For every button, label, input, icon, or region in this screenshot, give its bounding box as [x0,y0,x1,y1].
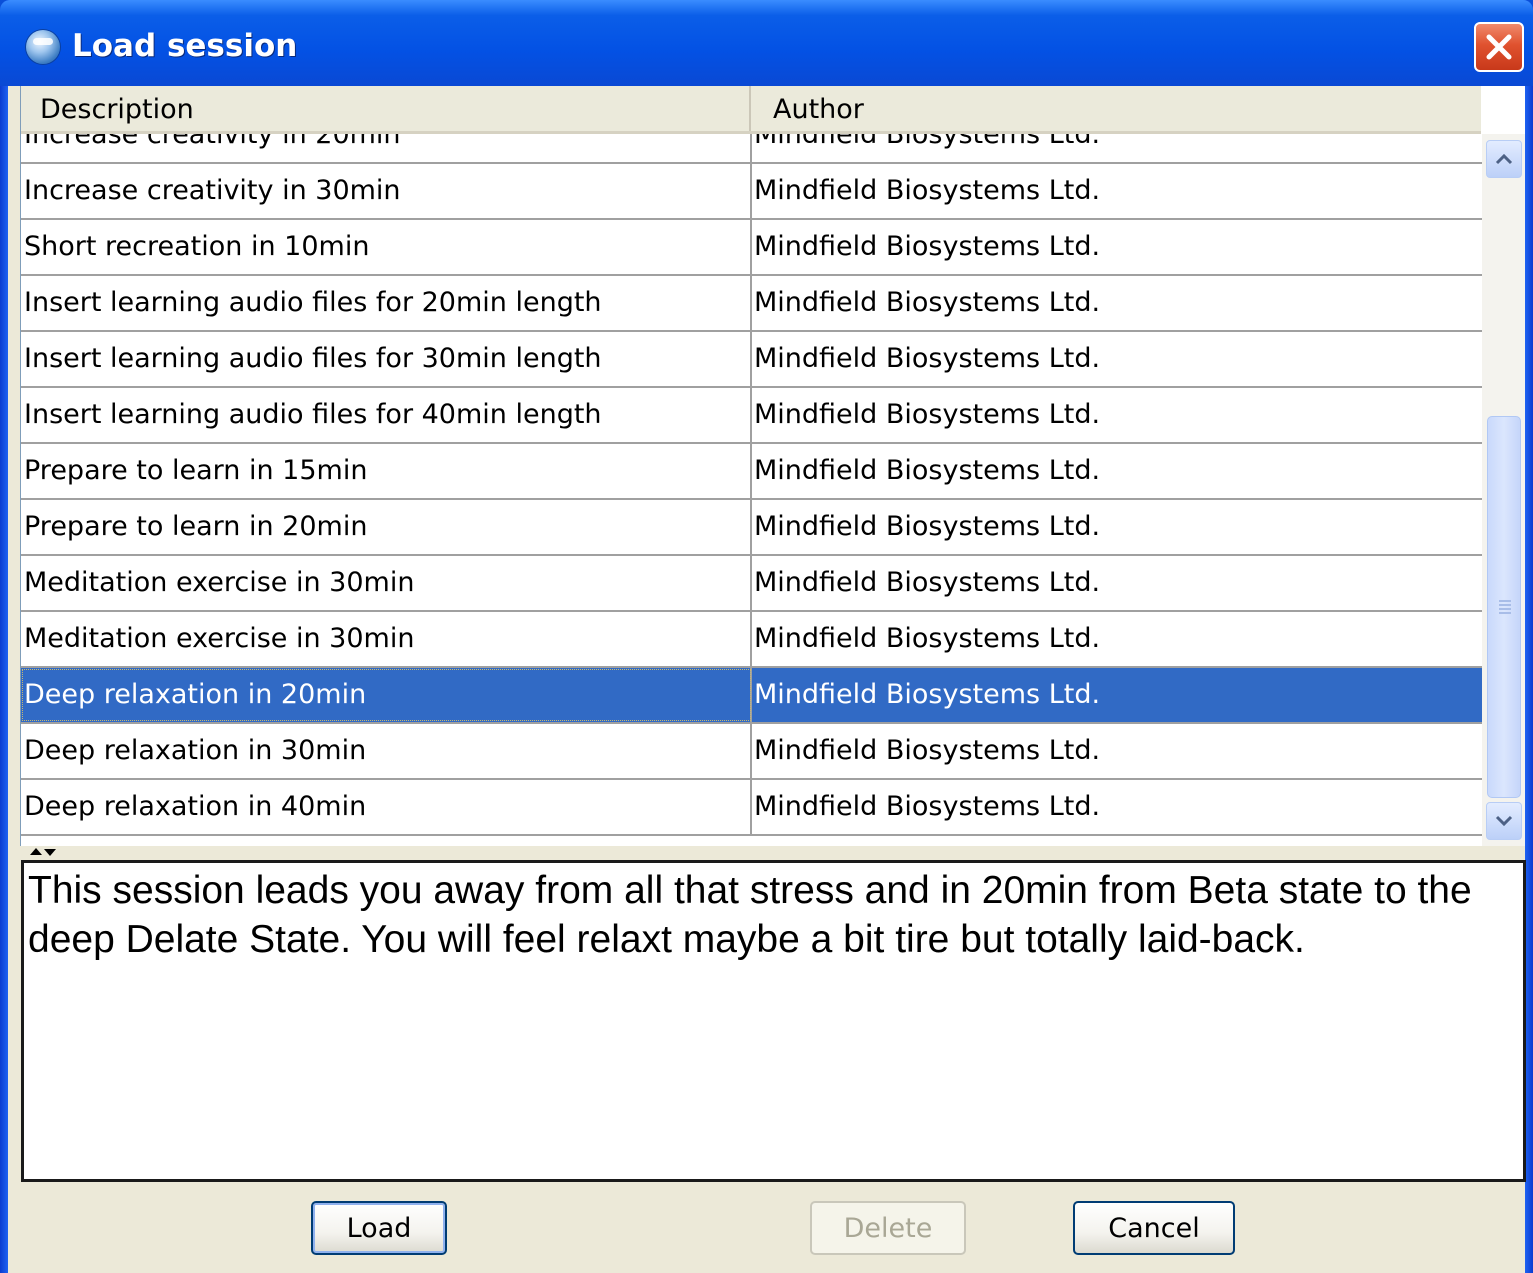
cell-author: Mindfield Biosystems Ltd. [754,791,1101,822]
table-row[interactable]: Short recreation in 10min Mindfield Biosy… [21,220,1482,276]
cell-description: Meditation exercise in 30min [21,556,752,610]
cell-author: Mindfield Biosystems Ltd. [754,735,1101,766]
cell-author: Mindfield Biosystems Ltd. [754,511,1101,542]
table-row[interactable]: Deep relaxation in 40min Mindfield Biosys… [21,780,1482,836]
session-description-text[interactable]: This session leads you away from all tha… [21,860,1526,1182]
chevron-down-icon [1495,815,1513,827]
cell-author: Mindfield Biosystems Ltd. [754,231,1101,262]
column-header-description[interactable]: Description [21,86,751,131]
scroll-grip [1499,600,1511,602]
cell-description: Increase creativity in 20min [21,134,752,162]
splitter-up-arrow-icon[interactable] [30,848,42,855]
cell-author: Mindfield Biosystems Ltd. [754,567,1101,598]
vertical-scrollbar[interactable] [1482,134,1525,846]
cell-description: Increase creativity in 30min [21,164,752,218]
table-row[interactable]: Insert learning audio files for 40min le… [21,388,1482,444]
chevron-up-icon [1495,153,1513,165]
scroll-up-button[interactable] [1486,140,1522,178]
delete-button[interactable]: Delete [810,1201,966,1255]
session-table: Description Author Increase creativity i… [20,86,1525,846]
cell-author: Mindfield Biosystems Ltd. [754,623,1101,654]
cell-description: Insert learning audio files for 40min le… [21,388,752,442]
cell-author: Mindfield Biosystems Ltd. [754,134,1101,150]
table-row[interactable]: Deep relaxation in 20min Mindfield Biosys… [21,668,1482,724]
cell-author: Mindfield Biosystems Ltd. [754,343,1101,374]
cell-description: Deep relaxation in 30min [21,724,752,778]
cell-description: Deep relaxation in 40min [21,780,752,834]
splitter-down-arrow-icon[interactable] [44,849,56,856]
table-row[interactable]: Insert learning audio files for 30min le… [21,332,1482,388]
cell-description: Prepare to learn in 20min [21,500,752,554]
cell-author: Mindfield Biosystems Ltd. [754,287,1101,318]
cell-description: Deep relaxation in 20min [21,668,752,722]
close-button[interactable] [1474,22,1524,72]
app-icon [26,30,60,64]
cancel-button[interactable]: Cancel [1073,1201,1235,1255]
cell-description: Insert learning audio files for 30min le… [21,332,752,386]
dialog-client-area: Description Author Increase creativity i… [8,86,1526,1273]
cell-description: Insert learning audio files for 20min le… [21,276,752,330]
window-title: Load session [72,28,298,64]
scroll-thumb[interactable] [1487,416,1521,798]
load-button[interactable]: Load [311,1201,447,1255]
table-body: Increase creativity in 20min Mindfield Bi… [21,134,1482,846]
cell-author: Mindfield Biosystems Ltd. [754,399,1101,430]
column-header-author[interactable]: Author [753,86,1481,131]
title-bar[interactable]: Load session [0,0,1533,86]
cell-description: Prepare to learn in 15min [21,444,752,498]
table-row[interactable]: Deep relaxation in 30min Mindfield Biosys… [21,724,1482,780]
load-session-dialog: Load session Description Author Increase… [0,0,1533,1273]
scroll-down-button[interactable] [1486,802,1522,840]
table-row[interactable]: Prepare to learn in 20min Mindfield Biosy… [21,500,1482,556]
table-row[interactable]: Insert learning audio files for 20min le… [21,276,1482,332]
close-icon [1486,34,1512,60]
table-row[interactable]: Increase creativity in 30min Mindfield Bi… [21,164,1482,220]
cell-description: Short recreation in 10min [21,220,752,274]
cell-author: Mindfield Biosystems Ltd. [754,679,1101,710]
cell-author: Mindfield Biosystems Ltd. [754,175,1101,206]
split-pane-divider[interactable] [20,846,1525,860]
table-header: Description Author [21,86,1481,134]
table-row[interactable]: Increase creativity in 20min Mindfield Bi… [21,134,1482,164]
table-row[interactable]: Prepare to learn in 15min Mindfield Biosy… [21,444,1482,500]
table-row[interactable]: Meditation exercise in 30min Mindfield Bi… [21,556,1482,612]
cell-author: Mindfield Biosystems Ltd. [754,455,1101,486]
table-row[interactable]: Meditation exercise in 30min Mindfield Bi… [21,612,1482,668]
table-rows: Increase creativity in 20min Mindfield Bi… [21,134,1482,836]
cell-description: Meditation exercise in 30min [21,612,752,666]
